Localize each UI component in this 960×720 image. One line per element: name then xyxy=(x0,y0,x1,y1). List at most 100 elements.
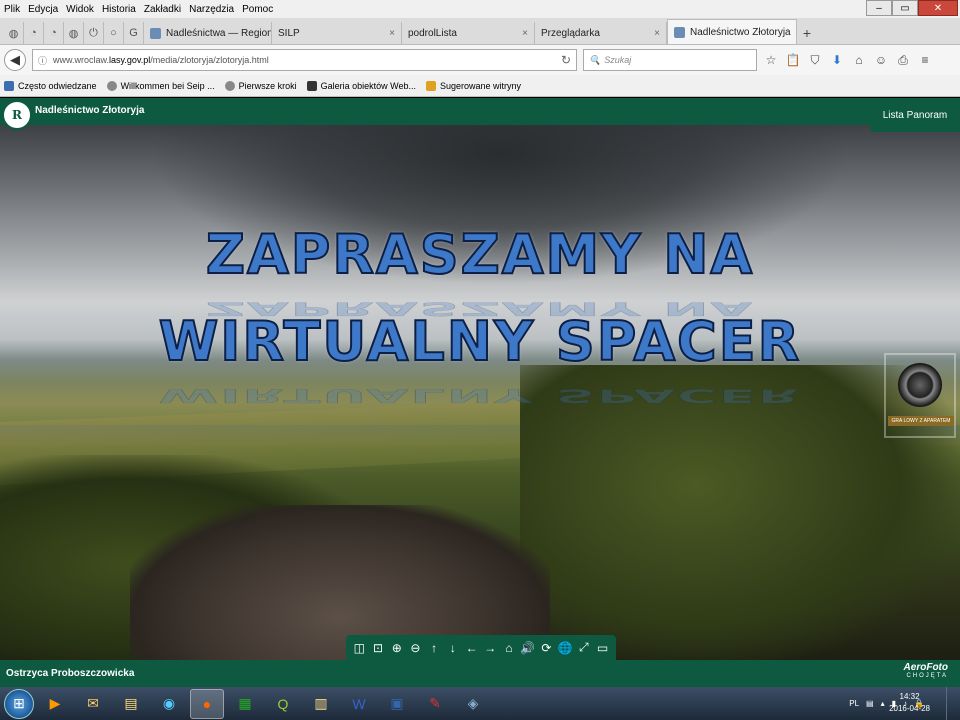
files-icon[interactable]: ▥ xyxy=(304,689,338,719)
smiley-icon[interactable]: ☺ xyxy=(873,53,889,67)
tab-label: Nadleśnictwo Złotoryja xyxy=(690,26,791,38)
arrow-left-icon: ◀ xyxy=(10,52,20,67)
panorama-viewer[interactable]: ZAPRASZAMY NA WIRTUALNY SPACER ZAPRASZAM… xyxy=(0,125,960,660)
globe-icon[interactable]: 🌐 xyxy=(557,641,573,655)
tab-label: Nadleśnictwa — Regionaln... xyxy=(166,27,272,39)
search-input[interactable]: 🔍 Szukaj xyxy=(583,49,757,71)
tab-nadlesnictwa[interactable]: Nadleśnictwa — Regionaln... × xyxy=(144,22,272,44)
show-desktop-button[interactable] xyxy=(946,687,960,720)
tab-podrollista[interactable]: podrolLista × xyxy=(402,22,535,44)
pinned-tab-2[interactable]: ◔ xyxy=(24,22,44,44)
close-window-button[interactable]: ✕ xyxy=(918,0,958,16)
folder-icon xyxy=(4,80,14,91)
tray-folder-icon[interactable]: ▤ xyxy=(866,699,874,708)
fullscreen-frame-icon[interactable]: ⊡ xyxy=(370,641,386,655)
pinned-tab-5[interactable]: ⏻ xyxy=(84,22,104,44)
menu-item-plik[interactable]: Plik xyxy=(4,4,20,15)
autorotate-icon[interactable]: ⟳ xyxy=(538,641,554,655)
pinned-tab-1[interactable]: ◍ xyxy=(4,22,24,44)
back-button[interactable]: ◀ xyxy=(4,49,26,71)
zoom-in-icon[interactable]: ⊕ xyxy=(389,641,405,655)
arrow-right-icon[interactable]: → xyxy=(482,641,498,655)
globe-icon: ◍ xyxy=(8,27,19,40)
media-player-icon[interactable]: ▶ xyxy=(38,689,72,719)
window-icon[interactable]: ▭ xyxy=(594,641,610,655)
sound-icon[interactable]: 🔊 xyxy=(520,641,536,655)
zoom-out-icon[interactable]: ⊖ xyxy=(407,641,423,655)
new-tab-button[interactable]: + xyxy=(797,22,817,44)
virtualbox-icon[interactable]: ◈ xyxy=(456,689,490,719)
url-bar[interactable]: ⓘ www.wroclaw.lasy.gov.pl/media/zlotoryj… xyxy=(32,49,577,71)
bookmark-pierwsze-kroki[interactable]: Pierwsze kroki xyxy=(224,80,297,91)
tab-przegladarka[interactable]: Przeglądarka × xyxy=(535,22,667,44)
menu-item-narzedzia[interactable]: Narzędzia xyxy=(189,4,234,15)
arrow-down-icon[interactable]: ↓ xyxy=(445,641,461,655)
bookmark-willkommen[interactable]: Willkommen bei Seip ... xyxy=(106,80,215,91)
location-title: Ostrzyca Proboszczowicka xyxy=(6,668,135,679)
pinned-tab-6[interactable]: ○ xyxy=(104,22,124,44)
tab-favicon xyxy=(150,27,161,39)
camera-game-widget[interactable]: GRA LOWY Z APARATEM xyxy=(884,353,956,438)
bookmarks-bar: Często odwiedzane Willkommen bei Seip ..… xyxy=(0,75,960,97)
tab-silp[interactable]: SILP × xyxy=(272,22,402,44)
navigation-bar: ◀ ⓘ www.wroclaw.lasy.gov.pl/media/zlotor… xyxy=(0,45,960,75)
hamburger-menu-icon[interactable]: ≡ xyxy=(917,53,933,67)
menu-item-historia[interactable]: Historia xyxy=(102,4,136,15)
pinned-tab-4[interactable]: ◍ xyxy=(64,22,84,44)
menu-item-pomoc[interactable]: Pomoc xyxy=(242,4,273,15)
tray-expand-icon[interactable]: ▴ xyxy=(881,699,885,708)
tab-nadlesnictwo-zlotoryja[interactable]: Nadleśnictwo Złotoryja ◀) × xyxy=(667,19,797,44)
arrow-left-icon[interactable]: ← xyxy=(464,641,480,655)
start-button[interactable]: ⊞ xyxy=(4,688,34,719)
google-icon: G xyxy=(129,27,138,39)
pinned-tab-7[interactable]: G xyxy=(124,22,144,44)
bookmark-sugerowane[interactable]: Sugerowane witryny xyxy=(426,80,521,91)
camera-icon xyxy=(898,363,942,407)
menu-item-widok[interactable]: Widok xyxy=(66,4,94,15)
tab-bar: ◍ ◔ ◔ ◍ ⏻ ○ G Nadleśnictwa — Regionaln..… xyxy=(0,18,960,45)
bing-icon xyxy=(426,80,436,91)
aerofoto-logo[interactable]: AeroFoto CHOJĘTA xyxy=(904,662,948,679)
bookmark-czesto-odwiedzane[interactable]: Często odwiedzane xyxy=(4,80,97,91)
menu-item-edycja[interactable]: Edycja xyxy=(28,4,58,15)
pocket-icon[interactable]: ⛉ xyxy=(807,53,823,68)
close-tab-icon[interactable]: × xyxy=(522,28,528,39)
toggle-panel-icon[interactable]: ◫ xyxy=(351,641,367,655)
tab-label: podrolLista xyxy=(408,27,457,39)
qgis-icon[interactable]: Q xyxy=(266,689,300,719)
explorer-icon[interactable]: ▤ xyxy=(114,689,148,719)
clipboard-icon[interactable]: 📋 xyxy=(785,53,801,67)
download-icon[interactable]: ⬇ xyxy=(829,53,845,67)
forest-logo[interactable]: R xyxy=(2,100,32,130)
menu-item-zakladki[interactable]: Zakładki xyxy=(144,4,181,15)
firefox-icon[interactable]: ● xyxy=(190,688,224,719)
display-app-icon[interactable]: ▣ xyxy=(380,689,414,719)
fullscreen-icon[interactable]: ⤢ xyxy=(576,640,592,655)
home-icon[interactable]: ⌂ xyxy=(851,53,867,67)
maximize-button[interactable]: ▭ xyxy=(892,0,918,16)
close-tab-icon[interactable]: × xyxy=(389,28,395,39)
tab-label: SILP xyxy=(278,27,300,39)
reload-icon[interactable]: ↻ xyxy=(561,53,571,67)
site-title: Nadleśnictwo Złotoryja xyxy=(35,105,145,116)
home-icon[interactable]: ⌂ xyxy=(501,641,517,655)
site-footer: Ostrzyca Proboszczowicka AeroFoto CHOJĘT… xyxy=(0,660,960,687)
excel-icon[interactable]: ▦ xyxy=(228,689,262,719)
minimize-button[interactable]: – xyxy=(866,0,892,16)
pinned-tab-3[interactable]: ◔ xyxy=(44,22,64,44)
folder-app-icon[interactable]: ✉ xyxy=(76,689,110,719)
bookmark-star-icon[interactable]: ☆ xyxy=(763,53,779,67)
info-icon[interactable]: ⓘ xyxy=(38,54,47,67)
print-icon[interactable]: ⎙ xyxy=(895,53,911,68)
panorama-list-button[interactable]: Lista Panoram xyxy=(870,98,960,132)
word-icon[interactable]: W xyxy=(342,689,376,719)
arrow-up-icon[interactable]: ↑ xyxy=(426,641,442,655)
bookmark-galeria[interactable]: Galeria obiektów Web... xyxy=(306,80,416,91)
language-indicator[interactable]: PL xyxy=(849,699,859,708)
pdf-icon[interactable]: ✎ xyxy=(418,689,452,719)
clock[interactable]: 14:32 2016-04-28 xyxy=(889,691,930,715)
window-controls: – ▭ ✕ xyxy=(866,0,958,16)
close-tab-icon[interactable]: × xyxy=(654,28,660,39)
eye-app-icon[interactable]: ◉ xyxy=(152,689,186,719)
search-placeholder: Szukaj xyxy=(604,55,632,65)
